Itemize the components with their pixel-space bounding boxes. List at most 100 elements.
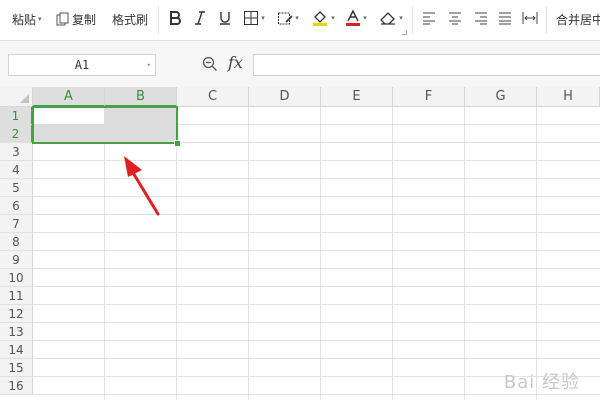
column-header-g[interactable]: G [465,87,537,107]
cell-style-icon [278,12,293,25]
fill-color-button[interactable]: ▾ [308,7,338,29]
gridline-vertical [248,107,249,400]
chevron-down-icon: ▾ [363,14,367,22]
eraser-icon [380,12,396,25]
distribute-icon [522,12,538,24]
distribute-button[interactable] [520,7,540,29]
gridline-horizontal [33,340,600,341]
row-header-1[interactable]: 1 [0,107,33,125]
formula-input[interactable] [253,54,600,76]
row-header-10[interactable]: 10 [0,269,33,287]
gridline-vertical [320,107,321,400]
gridline-horizontal [33,196,600,197]
justify-button[interactable] [496,7,514,29]
ribbon-toolbar: 粘贴 ▾ 复制 格式刷 ▾ ▾ ▾ ▾ ▾ 合并居中 [0,0,600,41]
clear-button[interactable]: ▾ [376,7,406,29]
merge-center-label: 合并居中 [556,12,600,27]
italic-button[interactable] [192,7,208,29]
gridline-horizontal [33,160,600,161]
gridline-horizontal [33,178,600,179]
row-header-11[interactable]: 11 [0,287,33,305]
justify-icon [499,12,511,25]
row-header-9[interactable]: 9 [0,251,33,269]
gridline-horizontal [33,304,600,305]
column-header-a[interactable]: A [33,87,105,107]
gridline-horizontal [33,232,600,233]
font-color-button[interactable]: ▾ [342,7,370,29]
row-header-16[interactable]: 16 [0,377,33,395]
align-left-icon [423,12,435,25]
ribbon-divider [412,6,413,34]
chevron-down-icon: ▾ [399,14,403,22]
select-all-corner[interactable] [0,87,33,107]
gridline-vertical [464,107,465,400]
align-right-icon [475,12,487,25]
row-header-7[interactable]: 7 [0,215,33,233]
paste-label: 粘贴 [12,12,37,27]
watermark-logo: Bai 经验 [503,372,580,393]
align-center-button[interactable] [446,7,464,29]
format-painter-label: 格式刷 [112,12,149,27]
gridline-horizontal [33,394,600,395]
row-header-3[interactable]: 3 [0,143,33,161]
align-right-button[interactable] [472,7,490,29]
copy-label: 复制 [72,12,97,27]
align-left-button[interactable] [420,7,438,29]
borders-button[interactable]: ▾ [240,7,268,29]
row-header-6[interactable]: 6 [0,197,33,215]
gridline-vertical [392,107,393,400]
cell-style-button[interactable]: ▾ [274,7,302,29]
select-all-icon [20,94,29,103]
gridline-vertical [104,107,105,400]
paste-button[interactable]: 粘贴 ▾ [10,8,42,30]
bold-button[interactable] [166,7,184,29]
copy-button[interactable]: 复制 [56,8,96,30]
zoom-search-icon[interactable] [202,56,218,76]
gridline-horizontal [33,250,600,251]
gridline-vertical [176,107,177,400]
font-color-icon [346,9,361,26]
row-header-8[interactable]: 8 [0,233,33,251]
borders-icon [244,11,259,25]
formula-bar: A1 ▾ fx [0,41,600,87]
format-painter-button[interactable]: 格式刷 [110,8,148,30]
spreadsheet-grid[interactable]: A B C D E F G H 1 2 3 4 5 6 7 8 9 10 11 12 13 14 15 16 [0,87,600,400]
column-header-h[interactable]: H [537,87,600,107]
row-header-4[interactable]: 4 [0,161,33,179]
chevron-down-icon: ▾ [295,14,299,22]
italic-icon [195,11,205,25]
fill-handle[interactable] [174,140,181,147]
copy-icon [56,12,69,26]
row-header-12[interactable]: 12 [0,305,33,323]
column-header-c[interactable]: C [177,87,249,107]
merge-center-button[interactable]: 合并居中 [554,8,600,30]
name-box-value: A1 [74,58,90,72]
gridline-vertical [536,107,537,400]
gridline-horizontal [33,322,600,323]
ribbon-divider [158,6,159,34]
row-header-14[interactable]: 14 [0,341,33,359]
selection-border[interactable] [32,106,178,144]
row-header-15[interactable]: 15 [0,359,33,377]
dialog-launcher-icon[interactable] [402,30,407,35]
bold-icon [170,11,181,25]
column-header-e[interactable]: E [321,87,393,107]
gridline-horizontal [33,286,600,287]
underline-icon [220,12,230,25]
column-header-f[interactable]: F [393,87,465,107]
column-header-d[interactable]: D [249,87,321,107]
row-header-5[interactable]: 5 [0,179,33,197]
chevron-down-icon: ▾ [38,15,42,23]
insert-function-button[interactable]: fx [228,53,243,72]
ribbon-divider [546,6,547,34]
row-header-2[interactable]: 2 [0,125,33,143]
column-header-b[interactable]: B [105,87,177,107]
fill-bucket-icon [313,11,328,26]
chevron-down-icon[interactable]: ▾ [147,61,151,69]
gridline-horizontal [33,358,600,359]
align-center-icon [449,12,461,25]
name-box[interactable]: A1 ▾ [8,54,156,76]
row-header-13[interactable]: 13 [0,323,33,341]
underline-button[interactable] [216,7,234,29]
gridline-horizontal [33,268,600,269]
